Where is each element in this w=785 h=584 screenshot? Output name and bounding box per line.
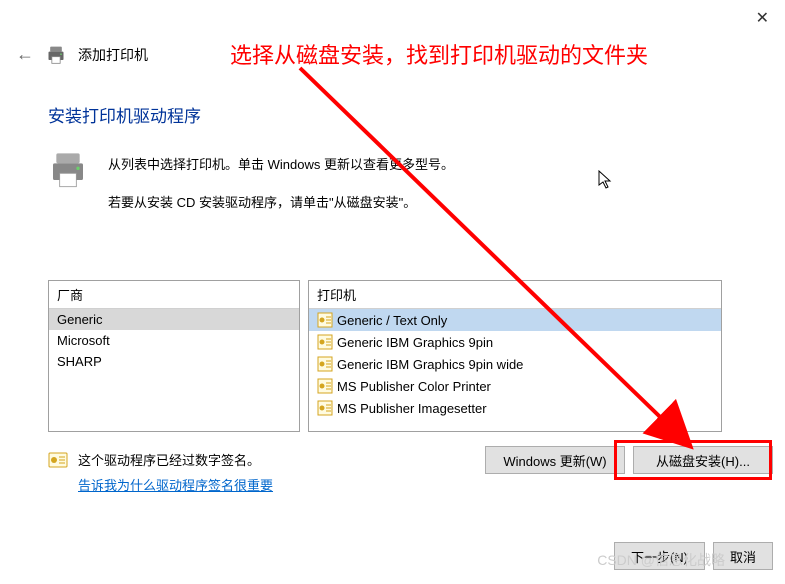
header-title: 添加打印机 xyxy=(78,45,148,65)
signed-driver-icon xyxy=(317,378,333,394)
signed-driver-icon xyxy=(317,334,333,350)
instruction-line-2: 若要从安装 CD 安装驱动程序，请单击"从磁盘安装"。 xyxy=(108,192,416,211)
manufacturer-listbox[interactable]: 厂商 GenericMicrosoftSHARP xyxy=(48,280,300,432)
printer-item-label: MS Publisher Imagesetter xyxy=(337,401,487,416)
printer-item[interactable]: Generic IBM Graphics 9pin wide xyxy=(309,353,721,375)
instruction-line-1: 从列表中选择打印机。单击 Windows 更新以查看更多型号。 xyxy=(108,154,454,173)
certificate-icon xyxy=(48,452,68,468)
close-button[interactable]: ✕ xyxy=(756,8,769,28)
manufacturer-item[interactable]: Generic xyxy=(49,309,299,330)
printer-item-label: MS Publisher Color Printer xyxy=(337,379,491,394)
disk-install-button[interactable]: 从磁盘安装(H)... xyxy=(633,446,773,474)
signed-driver-icon xyxy=(317,356,333,372)
printer-header: 打印机 xyxy=(309,281,721,309)
watermark-text: CSDN @信息化战略 xyxy=(597,550,725,570)
printer-icon xyxy=(46,45,66,65)
printer-item[interactable]: Generic IBM Graphics 9pin xyxy=(309,331,721,353)
manufacturer-header: 厂商 xyxy=(49,281,299,309)
annotation-text: 选择从磁盘安装，找到打印机驱动的文件夹 xyxy=(230,38,648,70)
manufacturer-item[interactable]: Microsoft xyxy=(49,330,299,351)
printer-item-label: Generic / Text Only xyxy=(337,313,447,328)
windows-update-button[interactable]: Windows 更新(W) xyxy=(485,446,625,474)
cert-status-text: 这个驱动程序已经过数字签名。 xyxy=(78,450,273,469)
printer-item-label: Generic IBM Graphics 9pin xyxy=(337,335,493,350)
printer-item[interactable]: MS Publisher Imagesetter xyxy=(309,397,721,419)
printer-large-icon xyxy=(48,150,88,190)
printer-listbox[interactable]: 打印机 Generic / Text Only Generic IBM Graph… xyxy=(308,280,722,432)
cursor-icon xyxy=(598,170,614,190)
signed-driver-icon xyxy=(317,312,333,328)
cert-why-link[interactable]: 告诉我为什么驱动程序签名很重要 xyxy=(78,475,273,494)
printer-item[interactable]: MS Publisher Color Printer xyxy=(309,375,721,397)
printer-item-label: Generic IBM Graphics 9pin wide xyxy=(337,357,523,372)
back-arrow-icon[interactable]: ← xyxy=(16,44,34,65)
printer-item[interactable]: Generic / Text Only xyxy=(309,309,721,331)
driver-picker: 厂商 GenericMicrosoftSHARP 打印机 Generic / T… xyxy=(48,280,722,432)
wizard-header: ← 添加打印机 xyxy=(16,44,148,65)
signed-driver-icon xyxy=(317,400,333,416)
manufacturer-item[interactable]: SHARP xyxy=(49,351,299,372)
section-title: 安装打印机驱动程序 xyxy=(48,102,201,127)
